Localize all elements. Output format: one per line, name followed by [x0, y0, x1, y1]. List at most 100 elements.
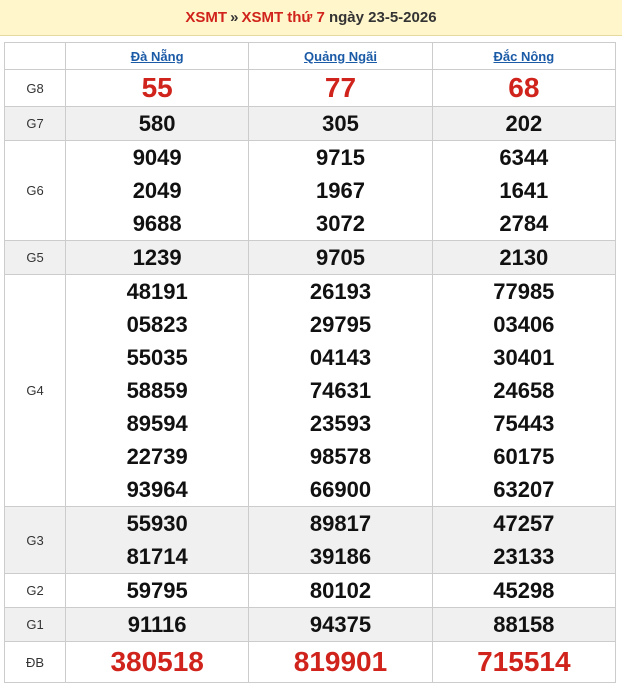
result-cell-quang-ngai: 77	[248, 69, 433, 107]
winning-number: 9705	[316, 245, 365, 270]
winning-number: 04143	[309, 345, 372, 370]
winning-number: 91116	[127, 612, 187, 637]
winning-number: 819901	[293, 646, 388, 677]
winning-number: 26193	[309, 279, 372, 304]
winning-number: 98578	[309, 444, 372, 469]
winning-number: 9688	[132, 211, 182, 236]
winning-number: 77985	[493, 279, 555, 304]
winning-number: 47257	[493, 511, 555, 536]
winning-number: 6344	[499, 145, 549, 170]
winning-number: 74631	[309, 378, 372, 403]
result-cell-quang-ngai: 89817 39186	[248, 506, 433, 574]
province-link-quang-ngai[interactable]: Quảng Ngãi	[248, 42, 433, 70]
winning-number: 80102	[309, 578, 372, 603]
header-corner	[4, 42, 66, 70]
result-cell-da-nang: 380518	[64, 641, 250, 683]
result-cell-da-nang: 9049 2049 9688	[64, 140, 250, 241]
winning-number: 380518	[110, 646, 204, 677]
prize-label: G5	[4, 240, 66, 275]
prize-row: G6 9049 2049 9688 9715 1967 3072 6344 1641 2784	[4, 140, 617, 241]
winning-number: 9049	[132, 145, 182, 170]
prize-label: G2	[4, 573, 66, 608]
winning-number: 63207	[493, 477, 555, 502]
result-cell-dac-nong: 77985 03406 30401 24658 75443 60175 63207	[431, 274, 617, 507]
prize-label: G6	[4, 140, 66, 241]
winning-number: 68	[508, 72, 540, 103]
result-cell-dac-nong: 68	[431, 69, 617, 107]
prize-row: G3 55930 81714 89817 39186 47257 23133	[4, 506, 617, 574]
result-cell-da-nang: 91116	[64, 607, 250, 642]
winning-number: 23133	[493, 544, 555, 569]
winning-number: 580	[138, 111, 176, 136]
winning-number: 202	[505, 111, 543, 136]
result-cell-da-nang: 580	[64, 106, 250, 141]
result-cell-dac-nong: 2130	[431, 240, 617, 275]
draw-date: ngày 23-5-2026	[328, 9, 437, 26]
prize-row: G2 59795 80102 45298	[4, 573, 617, 608]
winning-number: 2049	[132, 178, 182, 203]
result-cell-quang-ngai: 305	[248, 106, 433, 141]
winning-number: 45298	[493, 578, 555, 603]
result-cell-dac-nong: 45298	[431, 573, 617, 608]
winning-number: 29795	[309, 312, 372, 337]
winning-number: 94375	[309, 612, 372, 637]
prize-row: G1 91116 94375 88158	[4, 607, 617, 642]
winning-number: 1641	[499, 178, 549, 203]
winning-number: 89817	[309, 511, 372, 536]
results-body: G8 55 77 68 G7 580 305 202 G6 9049 2049 9688 9715 196…	[4, 69, 617, 683]
winning-number: 66900	[309, 477, 372, 502]
xsmt-saturday-link[interactable]: XSMT thứ 7	[241, 9, 324, 26]
result-cell-quang-ngai: 94375	[248, 607, 433, 642]
winning-number: 03406	[493, 312, 555, 337]
result-cell-quang-ngai: 9705	[248, 240, 433, 275]
winning-number: 81714	[126, 544, 188, 569]
winning-number: 58859	[126, 378, 188, 403]
winning-number: 24658	[493, 378, 555, 403]
result-cell-dac-nong: 202	[431, 106, 617, 141]
winning-number: 59795	[126, 578, 188, 603]
result-cell-da-nang: 55	[64, 69, 250, 107]
result-cell-quang-ngai: 9715 1967 3072	[248, 140, 433, 241]
winning-number: 2130	[499, 245, 549, 270]
winning-number: 55930	[126, 511, 188, 536]
winning-number: 77	[324, 72, 357, 103]
prize-row: ĐB 380518 819901 715514	[4, 641, 617, 683]
prize-row: G8 55 77 68	[4, 69, 617, 107]
prize-label: G8	[4, 69, 66, 107]
results-table: Đà Nẵng Quảng Ngãi Đắc Nông G8 55 77 68 G7 58…	[4, 42, 617, 683]
winning-number: 88158	[493, 612, 555, 637]
winning-number: 1239	[132, 245, 182, 270]
winning-number: 60175	[493, 444, 555, 469]
result-cell-da-nang: 1239	[64, 240, 250, 275]
result-cell-da-nang: 48191 05823 55035 58859 89594 22739 93964	[64, 274, 250, 507]
prize-label: G4	[4, 274, 66, 507]
winning-number: 48191	[126, 279, 188, 304]
prize-row: G5 1239 9705 2130	[4, 240, 617, 275]
winning-number: 93964	[126, 477, 188, 502]
province-link-dac-nong[interactable]: Đắc Nông	[431, 42, 617, 70]
winning-number: 89594	[126, 411, 188, 436]
winning-number: 30401	[493, 345, 555, 370]
winning-number: 2784	[499, 211, 549, 236]
winning-number: 55	[141, 72, 173, 103]
winning-number: 715514	[477, 646, 571, 677]
result-cell-dac-nong: 715514	[431, 641, 617, 683]
winning-number: 23593	[309, 411, 372, 436]
prize-label: G3	[4, 506, 66, 574]
result-cell-dac-nong: 47257 23133	[431, 506, 617, 574]
prize-row: G7 580 305 202	[4, 106, 617, 141]
results-header: XSMT» XSMT thứ 7 ngày 23-5-2026	[0, 0, 622, 36]
breadcrumb-separator: »	[230, 9, 239, 26]
xsmt-link[interactable]: XSMT	[185, 9, 227, 26]
result-cell-quang-ngai: 26193 29795 04143 74631 23593 98578 66900	[248, 274, 433, 507]
result-cell-quang-ngai: 80102	[248, 573, 433, 608]
winning-number: 75443	[493, 411, 555, 436]
winning-number: 22739	[126, 444, 188, 469]
winning-number: 3072	[316, 211, 365, 236]
prize-row: G4 48191 05823 55035 58859 89594 22739 93964 261…	[4, 274, 617, 507]
result-cell-da-nang: 59795	[64, 573, 250, 608]
province-link-da-nang[interactable]: Đà Nẵng	[64, 42, 250, 70]
prize-label: G7	[4, 106, 66, 141]
winning-number: 1967	[316, 178, 365, 203]
prize-label: G1	[4, 607, 66, 642]
